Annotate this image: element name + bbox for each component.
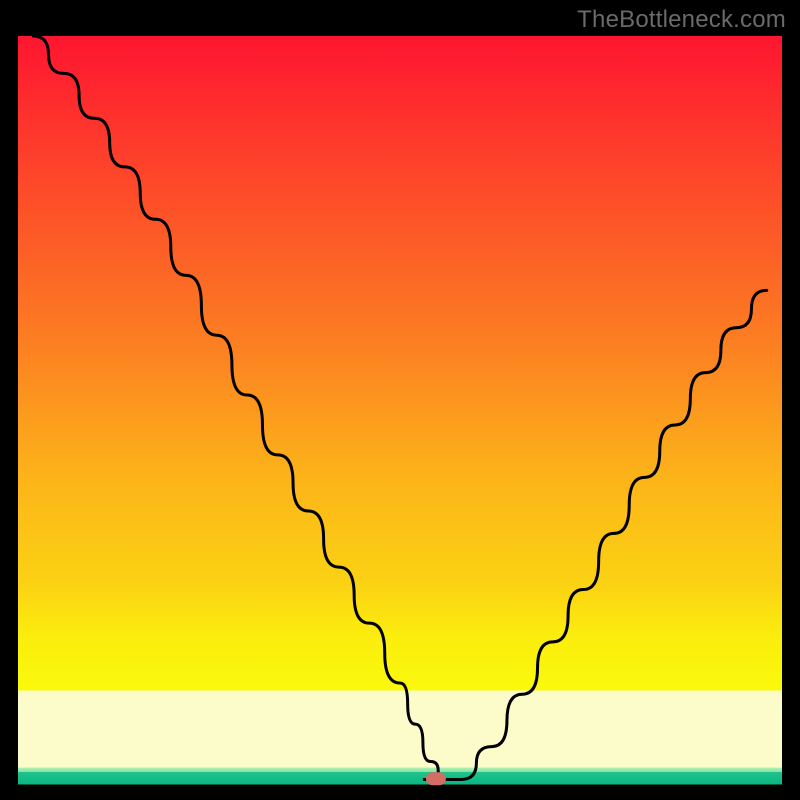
gradient-band [18,768,782,773]
optimal-marker [426,772,446,785]
gradient-band [18,691,782,769]
chart-frame: TheBottleneck.com [0,0,800,800]
gradient-band [18,586,782,691]
bottleneck-chart [0,0,800,800]
gradient-band [18,36,782,586]
gradient-band [18,772,782,784]
